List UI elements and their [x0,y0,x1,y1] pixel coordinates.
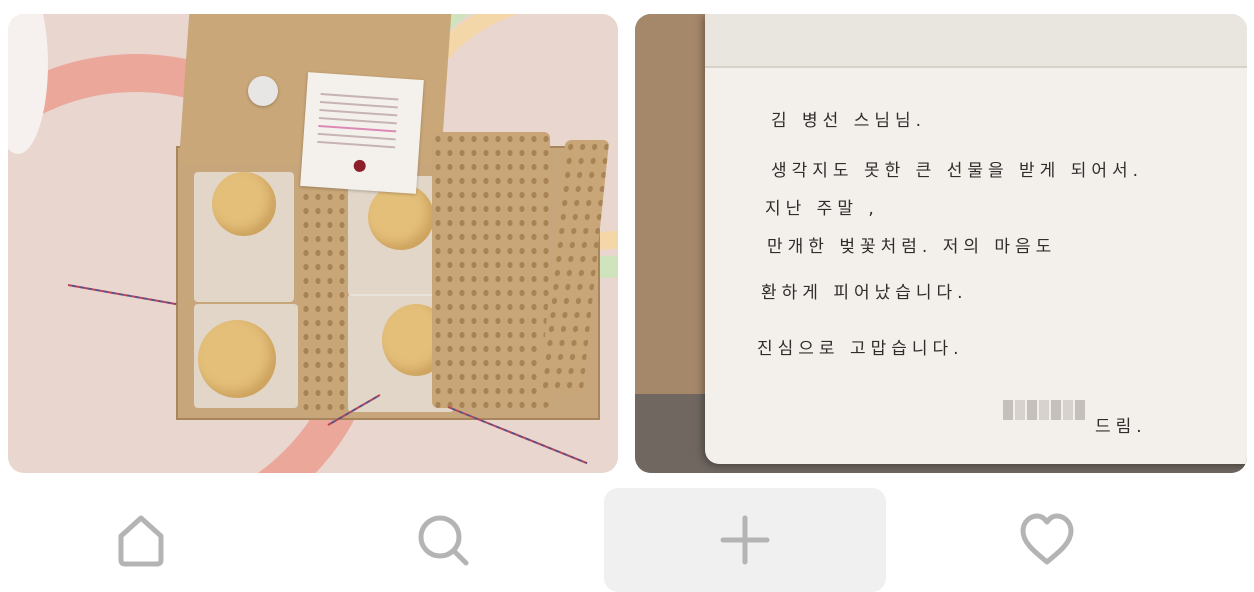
card-line-2: 생각지도 못한 큰 선물을 받게 되어서. [771,161,1144,181]
bottom-nav [0,488,1254,592]
note-handwriting [317,87,399,154]
card-line-1: 김 병선 스님님. [771,111,927,131]
card-line-3: 지난 주말 , [765,199,879,219]
note-card [300,72,424,194]
card-line-6: 진심으로 고맙습니다. [757,339,964,359]
home-icon [118,515,164,567]
blurred-name [1003,400,1085,420]
card-signoff: 드림. [1095,417,1147,437]
heart-icon [1020,513,1074,565]
card-line-5: 환하게 피어났습니다. [761,283,968,303]
honeycomb-roll [432,132,550,408]
photo-gift-box[interactable] [8,14,618,473]
nav-activity-button[interactable] [906,488,1188,592]
photo-handwritten-card[interactable]: 김 병선 스님님. 생각지도 못한 큰 선물을 받게 되어서. 지난 주말 , … [635,14,1247,473]
card: 김 병선 스님님. 생각지도 못한 큰 선물을 받게 되어서. 지난 주말 , … [705,14,1247,464]
seal-sticker [248,76,278,106]
nav-home-button[interactable] [0,488,282,592]
honeycomb-paper [300,176,346,416]
card-line-4: 만개한 벚꽃처럼. 저의 마음도 [767,237,1057,257]
plus-icon [720,515,770,565]
search-icon [418,515,469,566]
cookie [198,320,276,398]
cookie [212,172,276,236]
nav-search-button[interactable] [302,488,584,592]
cherry-drawing [353,159,367,173]
nav-create-button[interactable] [604,488,886,592]
cookie [368,184,434,250]
card-fold [705,14,1247,68]
